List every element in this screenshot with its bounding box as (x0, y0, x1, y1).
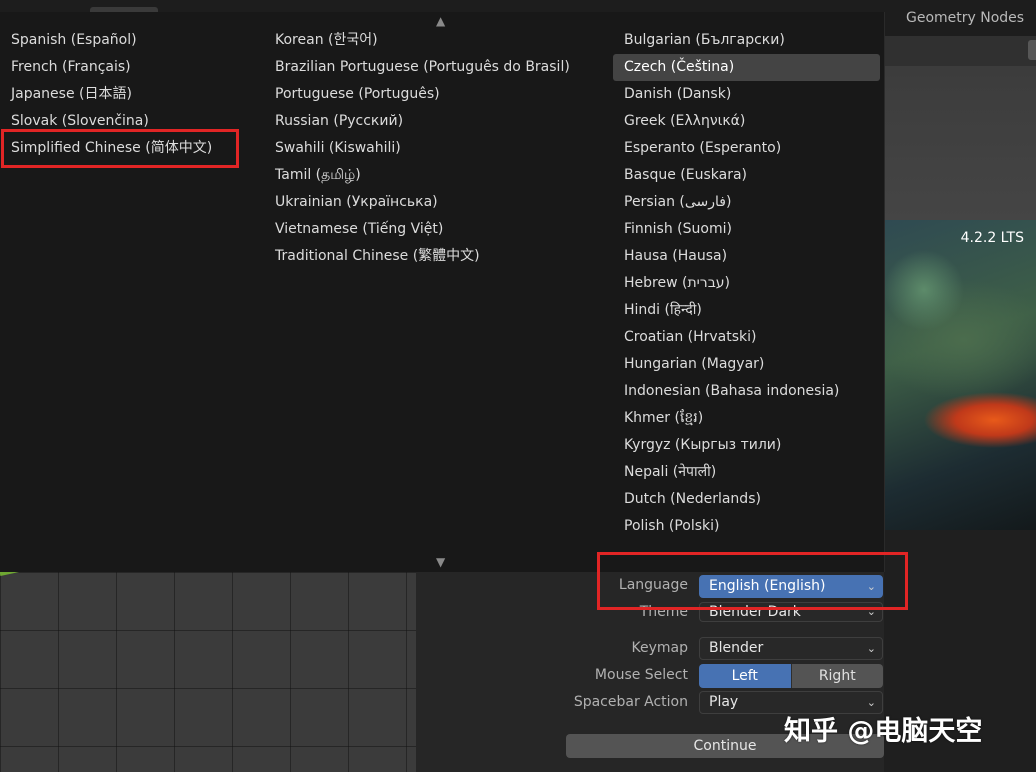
chevron-down-icon: ⌄ (866, 605, 876, 618)
language-option[interactable]: Slovak (Slovenčina) (0, 108, 240, 135)
language-option[interactable]: Greek (Ελληνικά) (613, 108, 880, 135)
theme-dropdown[interactable]: Blender Dark ⌄ (699, 602, 883, 622)
splash-image: 4.2.2 LTS (884, 220, 1036, 530)
mouse-select-left-button[interactable]: Left (699, 664, 791, 688)
theme-label: Theme (639, 604, 688, 620)
language-column-2: Korean (한국어) Brazilian Portuguese (Portu… (264, 27, 594, 270)
workspace-tab-geometry-nodes[interactable]: Geometry Nodes (906, 10, 1024, 26)
keymap-label: Keymap (631, 640, 689, 656)
editor-toolbar (884, 36, 1036, 66)
mouse-select-toggle: Left Right (699, 664, 883, 688)
language-label: Language (618, 577, 688, 593)
toolbar-dropdown[interactable] (1028, 40, 1036, 60)
mouse-select-right-button[interactable]: Right (790, 664, 883, 688)
scroll-up-icon[interactable]: ▲ (436, 14, 445, 28)
language-column-1: Spanish (Español) French (Français) Japa… (0, 27, 240, 162)
language-option[interactable]: Russian (Русский) (264, 108, 594, 135)
language-option[interactable]: Nepali (नेपाली) (613, 459, 880, 486)
keymap-dropdown[interactable]: Blender ⌄ (699, 637, 883, 660)
language-option[interactable]: French (Français) (0, 54, 240, 81)
language-option[interactable]: Esperanto (Esperanto) (613, 135, 880, 162)
language-option[interactable]: Bulgarian (Български) (613, 27, 880, 54)
language-option[interactable]: Kyrgyz (Кыргыз тили) (613, 432, 880, 459)
keymap-dropdown-value: Blender (709, 640, 764, 656)
language-dropdown-value: English (English) (709, 578, 826, 594)
language-column-3: Bulgarian (Български) Czech (Čeština) Da… (613, 27, 880, 540)
language-dropdown[interactable]: English (English) ⌄ (699, 575, 883, 598)
watermark: 知乎 @电脑天空 (784, 716, 983, 747)
viewport-grid (0, 572, 416, 772)
language-option[interactable]: Traditional Chinese (繁體中文) (264, 243, 594, 270)
language-option[interactable]: Persian (فارسی) (613, 189, 880, 216)
spacebar-action-dropdown-value: Play (709, 694, 739, 710)
language-option-simplified-chinese[interactable]: Simplified Chinese (简体中文) (0, 135, 240, 162)
language-option[interactable]: Spanish (Español) (0, 27, 240, 54)
language-option[interactable]: Hindi (हिन्दी) (613, 297, 880, 324)
language-option[interactable]: Ukrainian (Українська) (264, 189, 594, 216)
language-option[interactable]: Swahili (Kiswahili) (264, 135, 594, 162)
spacebar-action-label: Spacebar Action (573, 694, 688, 710)
language-option[interactable]: Japanese (日本語) (0, 81, 240, 108)
language-option[interactable]: Tamil (தமிழ்) (264, 162, 594, 189)
version-label: 4.2.2 LTS (960, 230, 1024, 246)
language-option[interactable]: Basque (Euskara) (613, 162, 880, 189)
language-option[interactable]: Dutch (Nederlands) (613, 486, 880, 513)
language-option[interactable]: Brazilian Portuguese (Português do Brasi… (264, 54, 594, 81)
chevron-down-icon: ⌄ (866, 580, 876, 593)
language-option[interactable]: Hungarian (Magyar) (613, 351, 880, 378)
language-option[interactable]: Khmer (ខ្មែរ) (613, 405, 880, 432)
language-option[interactable]: Finnish (Suomi) (613, 216, 880, 243)
language-menu: ▲ Spanish (Español) French (Français) Ja… (0, 12, 885, 572)
theme-dropdown-value: Blender Dark (709, 604, 801, 620)
scroll-down-icon[interactable]: ▼ (436, 555, 445, 569)
chevron-down-icon: ⌄ (866, 642, 876, 655)
language-option[interactable]: Polish (Polski) (613, 513, 880, 540)
language-option[interactable]: Hausa (Hausa) (613, 243, 880, 270)
language-option[interactable]: Portuguese (Português) (264, 81, 594, 108)
language-option[interactable]: Hebrew (עברית) (613, 270, 880, 297)
language-option[interactable]: Indonesian (Bahasa indonesia) (613, 378, 880, 405)
language-option[interactable]: Korean (한국어) (264, 27, 594, 54)
language-option[interactable]: Danish (Dansk) (613, 81, 880, 108)
viewport-background (884, 66, 1036, 220)
language-option[interactable]: Croatian (Hrvatski) (613, 324, 880, 351)
language-option[interactable]: Vietnamese (Tiếng Việt) (264, 216, 594, 243)
language-option-highlighted[interactable]: Czech (Čeština) (613, 54, 880, 81)
mouse-select-label: Mouse Select (594, 667, 688, 683)
